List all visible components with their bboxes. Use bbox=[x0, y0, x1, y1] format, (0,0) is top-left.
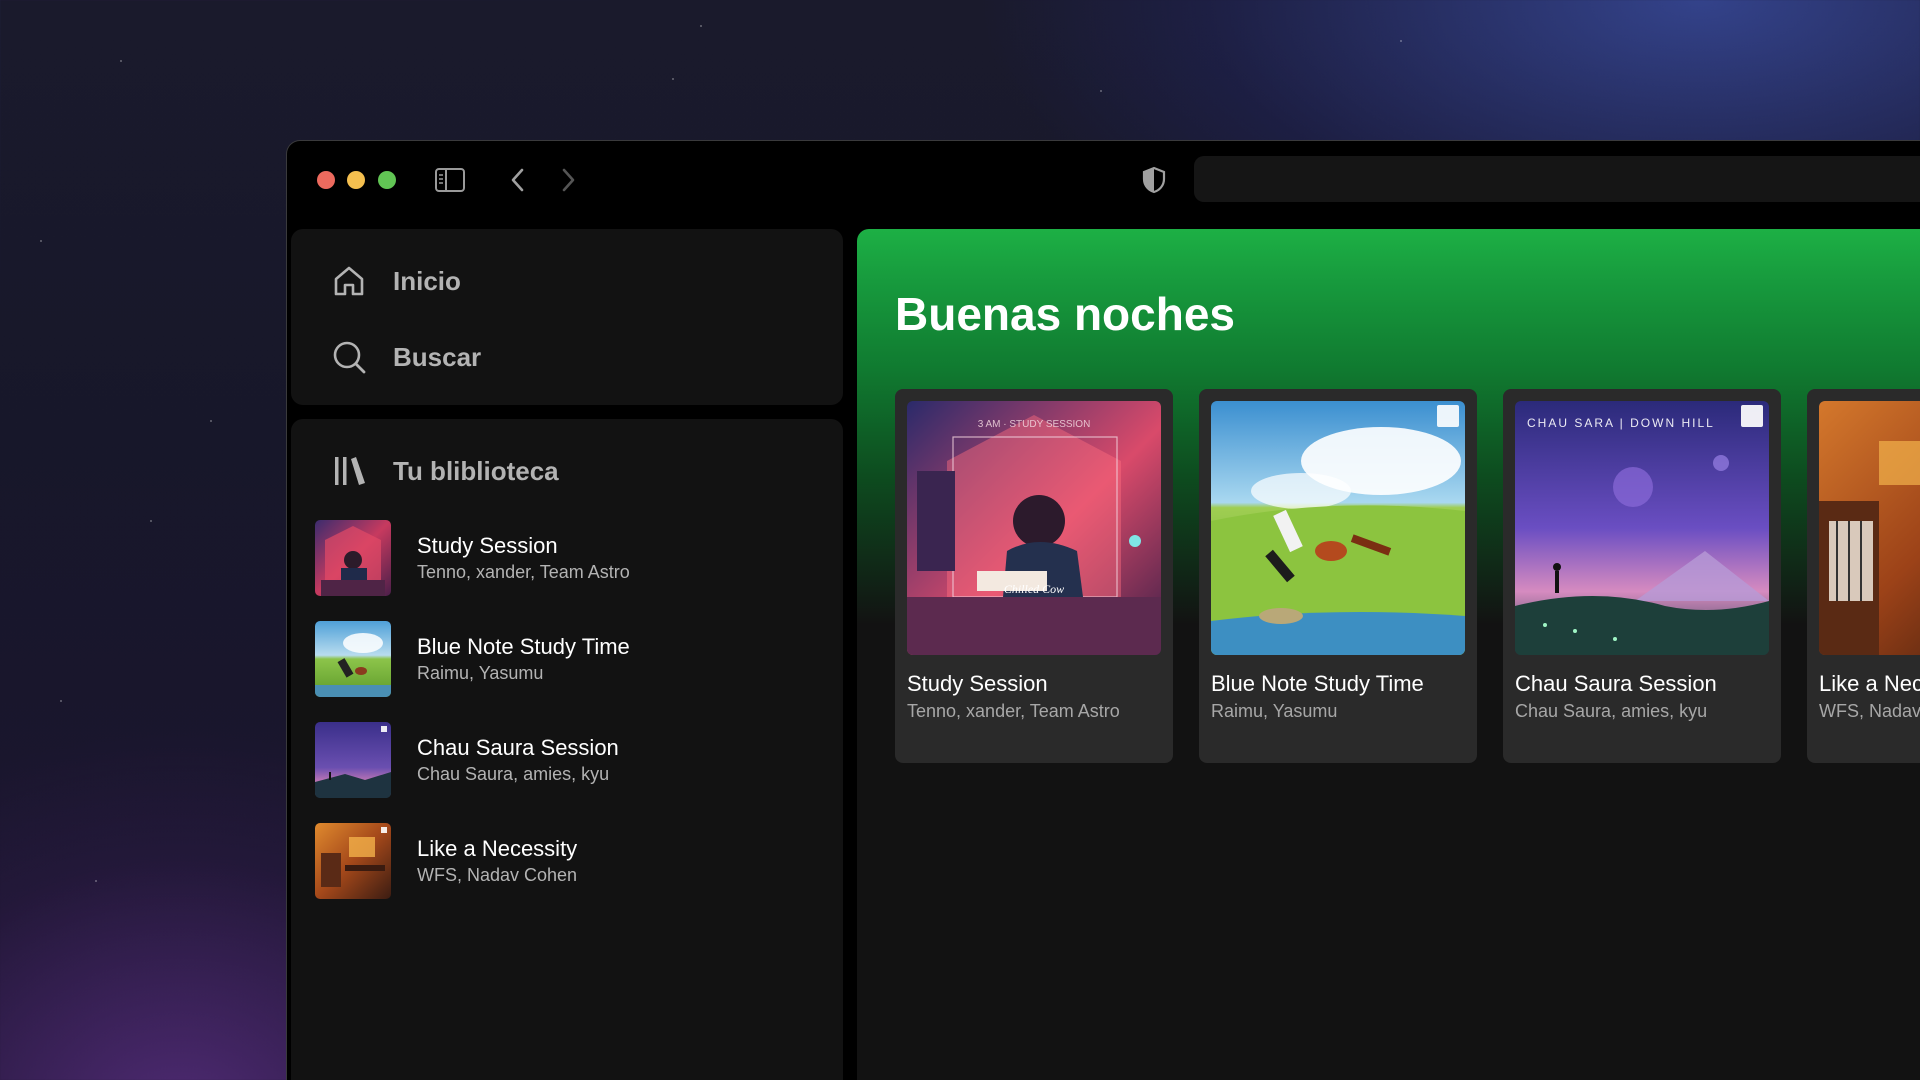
shield-icon[interactable] bbox=[1139, 165, 1169, 195]
library-item-artists: Chau Saura, amies, kyu bbox=[417, 764, 610, 784]
chevron-right-icon[interactable] bbox=[553, 165, 583, 195]
library-item-artists: WFS, Nadav Cohen bbox=[417, 865, 578, 885]
zoom-window-button[interactable] bbox=[378, 171, 396, 189]
album-cover: CHAU SARA | DOWN HILL bbox=[1515, 401, 1769, 655]
card-artists: Chau Saura, amies, kyu bbox=[1515, 701, 1708, 721]
album-cover bbox=[315, 520, 391, 596]
playlist-card[interactable]: 3 AM · STUDY SESSION Chilled Cow Study Se… bbox=[895, 389, 1173, 763]
playlist-card[interactable]: CHAU SARA | DOWN HILL Chau Saura Session… bbox=[1503, 389, 1781, 763]
album-cover bbox=[1211, 401, 1465, 655]
svg-text:CHAU SARA | DOWN HILL: CHAU SARA | DOWN HILL bbox=[1527, 416, 1715, 430]
album-cover bbox=[315, 621, 391, 697]
chevron-left-icon[interactable] bbox=[503, 165, 533, 195]
minimize-window-button[interactable] bbox=[347, 171, 365, 189]
library-item[interactable]: Study Session Tenno, xander, Team Astro bbox=[315, 519, 819, 597]
library-item[interactable]: Like a Necessity WFS, Nadav Cohen bbox=[315, 822, 819, 900]
library-item-title: Like a Necessity bbox=[417, 836, 578, 861]
library-item[interactable]: Blue Note Study Time Raimu, Yasumu bbox=[315, 620, 819, 698]
card-title: Blue Note Study Time bbox=[1211, 671, 1424, 696]
library-header[interactable]: Tu bliblioteca bbox=[331, 449, 559, 493]
nav-home[interactable]: Inicio bbox=[331, 259, 461, 303]
nav-panel: Inicio Buscar bbox=[291, 229, 843, 405]
library-icon bbox=[331, 453, 367, 489]
library-panel: Tu bliblioteca Study Session Tenno, xand… bbox=[291, 419, 843, 1080]
svg-text:Chilled Cow: Chilled Cow bbox=[1004, 582, 1064, 596]
playlist-card[interactable]: Blue Note Study Time Raimu, Yasumu bbox=[1199, 389, 1477, 763]
nav-search[interactable]: Buscar bbox=[331, 335, 481, 379]
nav-home-label: Inicio bbox=[393, 265, 461, 296]
card-title: Study Session bbox=[907, 671, 1048, 696]
nav-search-label: Buscar bbox=[393, 341, 482, 372]
card-artists: Raimu, Yasumu bbox=[1211, 701, 1338, 721]
card-title: Like a Necessity bbox=[1819, 671, 1920, 696]
library-item-title: Blue Note Study Time bbox=[417, 634, 630, 659]
home-icon bbox=[331, 263, 367, 299]
browser-titlebar bbox=[287, 141, 1920, 221]
library-item-title: Chau Saura Session bbox=[417, 735, 619, 760]
album-cover bbox=[315, 722, 391, 798]
browser-window: Inicio Buscar Tu bliblioteca Study Sessi… bbox=[286, 140, 1920, 1080]
album-cover bbox=[315, 823, 391, 899]
page-title: Buenas noches bbox=[895, 288, 1235, 340]
close-window-button[interactable] bbox=[317, 171, 335, 189]
library-item[interactable]: Chau Saura Session Chau Saura, amies, ky… bbox=[315, 721, 819, 799]
library-header-label: Tu bliblioteca bbox=[393, 455, 559, 486]
search-icon bbox=[331, 339, 367, 375]
svg-text:3 AM · STUDY SESSION: 3 AM · STUDY SESSION bbox=[978, 419, 1091, 430]
library-item-artists: Tenno, xander, Team Astro bbox=[417, 562, 630, 582]
address-bar[interactable] bbox=[1194, 156, 1920, 202]
playlist-card[interactable]: Like a Necessity WFS, Nadav Cohen bbox=[1807, 389, 1920, 763]
album-cover: 3 AM · STUDY SESSION Chilled Cow bbox=[907, 401, 1161, 655]
sidebar-toggle-icon[interactable] bbox=[434, 165, 466, 195]
card-title: Chau Saura Session bbox=[1515, 671, 1717, 696]
card-artists: WFS, Nadav Cohen bbox=[1819, 701, 1920, 721]
card-artists: Tenno, xander, Team Astro bbox=[907, 701, 1120, 721]
library-item-title: Study Session bbox=[417, 533, 558, 558]
library-item-artists: Raimu, Yasumu bbox=[417, 663, 544, 683]
main-content: Buenas noches 3 AM · STUDY SESSION Chille… bbox=[857, 229, 1920, 1080]
album-cover bbox=[1819, 401, 1920, 655]
